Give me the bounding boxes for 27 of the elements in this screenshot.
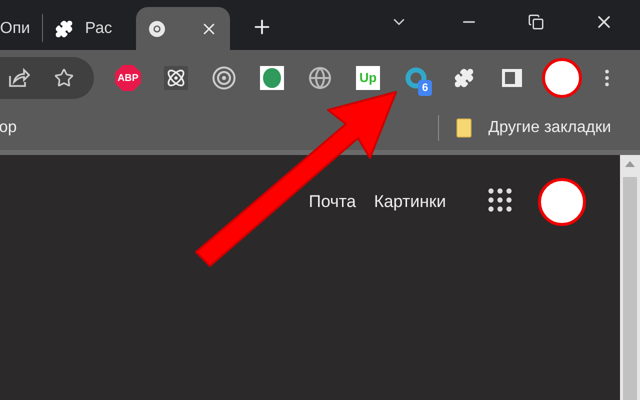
restore-icon[interactable] [528,14,544,30]
address-bar[interactable] [0,57,94,99]
profile-avatar[interactable] [542,58,582,98]
blob-icon[interactable] [260,66,284,90]
header-link[interactable]: Почта [308,189,356,214]
account-avatar[interactable] [538,178,586,226]
bookmark-item[interactable]: ор [0,116,17,140]
apps-grid-icon[interactable] [488,188,512,212]
chrome-icon [148,20,166,38]
globe-icon[interactable] [308,66,332,90]
share-icon[interactable] [8,68,30,88]
header-link[interactable]: Картинки [374,189,446,214]
browser-tab[interactable]: Опи [0,7,42,50]
adblock-icon[interactable]: ABP [115,65,141,91]
puzzle-icon [454,68,474,88]
scroll-thumb[interactable] [623,177,637,400]
other-bookmarks-button[interactable]: Другие закладки [456,116,611,140]
browser-tab[interactable] [136,7,230,50]
extension-button[interactable]: 6 [392,60,440,96]
count-badge: 6 [418,80,432,96]
puzzle-icon [55,20,74,38]
folder-icon [456,118,472,138]
atom-icon[interactable] [164,66,188,90]
side-panel-icon[interactable] [501,68,523,88]
browser-tab[interactable]: Рас [43,7,124,50]
bookmark-star-icon[interactable] [54,68,74,88]
target-icon[interactable] [212,66,236,90]
